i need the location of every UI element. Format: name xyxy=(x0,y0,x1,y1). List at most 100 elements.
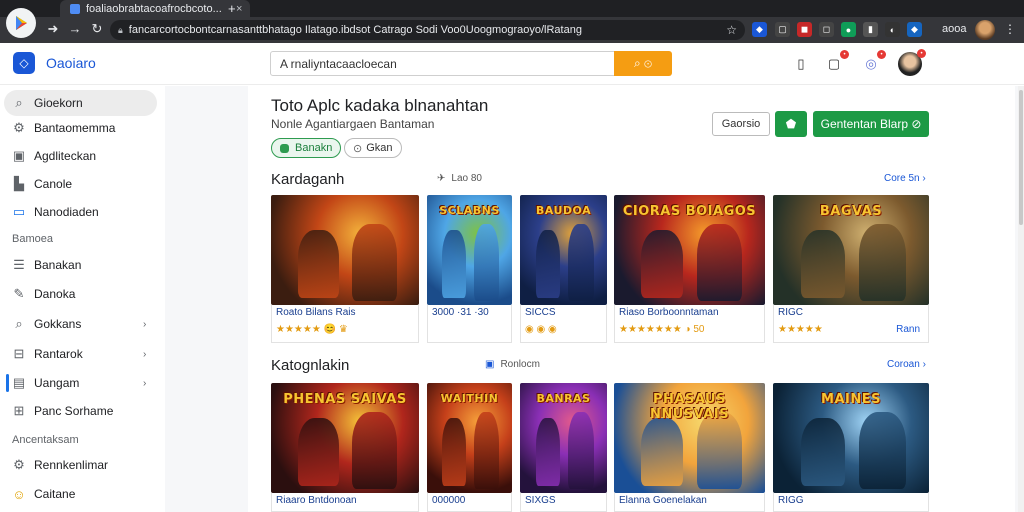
game-rating: ★★★★★ 😊 ♛ xyxy=(276,324,348,335)
scrollbar-thumb[interactable] xyxy=(1019,90,1023,225)
game-title[interactable]: Elanna Goenelakan xyxy=(619,495,707,506)
sidebar-item-list[interactable]: ☰ Banakan xyxy=(4,252,157,278)
sidebar-item-documents[interactable]: ▤ Uangam › xyxy=(4,370,157,396)
game-card-info[interactable]: 3000 ·31 ·30 xyxy=(427,305,512,343)
bookmark-icon[interactable]: ▯ xyxy=(792,55,810,73)
bookmark-star-icon[interactable]: ☆ xyxy=(726,23,737,37)
browser-menu-icon[interactable]: ⋮ xyxy=(1004,22,1016,36)
see-all-link[interactable]: Core 5n › xyxy=(884,173,926,184)
address-bar[interactable]: 🔒︎ fancarcortocbontcarnasanttbhatago Ila… xyxy=(110,20,745,40)
reload-icon[interactable]: ↻ xyxy=(88,21,106,37)
sidebar-item-preferences[interactable]: ⚙ Rennkenlimar xyxy=(4,452,157,478)
briefcase-icon: ▣ xyxy=(12,148,26,163)
game-thumbnail[interactable]: WAITHIN xyxy=(427,383,512,493)
game-title[interactable]: SICCS xyxy=(525,307,556,318)
game-thumbnail[interactable]: BAUDOA xyxy=(520,195,607,305)
game-title[interactable]: Riaso Borboonntaman xyxy=(619,307,719,318)
sidebar-item-emoji[interactable]: ☺ Caitane xyxy=(4,481,157,507)
game-title[interactable]: SIXGS xyxy=(525,495,556,506)
forward-icon[interactable]: → xyxy=(66,21,84,36)
game-art-title: SCLABNS xyxy=(439,203,500,217)
sidebar-item-label: Canole xyxy=(34,177,73,191)
game-thumbnail[interactable]: BAGVAS xyxy=(773,195,929,305)
game-title[interactable]: Roato Bilans Rais xyxy=(276,307,355,318)
character-figure xyxy=(567,223,594,301)
search-button[interactable]: ⌕ ⊙ xyxy=(614,51,672,76)
sidebar-item-search[interactable]: ⌕ Gioekorn xyxy=(4,90,157,116)
extension-icon[interactable]: ◼ xyxy=(797,22,812,37)
game-card-info[interactable]: Elanna Goenelakan xyxy=(614,493,765,512)
browser-tab[interactable]: foaliaobrabtacoafrocbcoto... × xyxy=(60,0,250,17)
sidebar-item-grid[interactable]: ⊞ Panc Sorhame xyxy=(4,398,157,424)
filter-chip-active[interactable]: Banakn xyxy=(271,138,342,158)
game-title[interactable]: Riaaro Bntdonoan xyxy=(276,495,357,506)
extension-icon[interactable]: ◆ xyxy=(752,22,767,37)
extension-icon[interactable]: ◆ xyxy=(907,22,922,37)
extension-icon[interactable]: ◻ xyxy=(819,22,834,37)
game-card-info[interactable]: Riaso Borboonntaman ★★★★★★★ ◑ 50 xyxy=(614,305,765,343)
game-title[interactable]: 000000 xyxy=(432,495,465,506)
extension-icon[interactable]: ● xyxy=(841,22,856,37)
brand-logo-icon[interactable]: ◇ xyxy=(13,52,35,74)
extension-icon[interactable]: ▢ xyxy=(775,22,790,37)
sidebar-item-inbox[interactable]: ⊟ Rantarok › xyxy=(4,341,157,367)
game-card-info[interactable]: Roato Bilans Rais ★★★★★ 😊 ♛ xyxy=(271,305,419,343)
sidebar-item-label: Uangam xyxy=(34,376,80,390)
back-icon[interactable]: ➜ xyxy=(44,21,62,37)
notifications-icon[interactable]: ▢ • xyxy=(825,50,849,73)
sidebar-item-label: Nanodiaden xyxy=(34,205,99,219)
game-card-info[interactable]: SIXGS xyxy=(520,493,607,512)
grid-icon: ⊞ xyxy=(13,403,25,418)
game-thumbnail[interactable]: BANRAS xyxy=(520,383,607,493)
game-thumbnail[interactable]: SCLABNS xyxy=(427,195,512,305)
extension-icon[interactable]: ◐ xyxy=(885,22,900,37)
notification-badge: • xyxy=(917,49,926,58)
sidebar-item-store[interactable]: ▙ Canole xyxy=(4,171,157,197)
character-figure xyxy=(535,230,561,299)
sidebar-item-apps[interactable]: ▣ Agdliteckan xyxy=(4,143,157,169)
game-card-info[interactable]: RIGG xyxy=(773,493,929,512)
game-action-link[interactable]: Rann xyxy=(896,324,920,335)
game-card-info[interactable]: 000000 xyxy=(427,493,512,512)
game-thumbnail[interactable]: PHASAUS NNUSVAIS xyxy=(614,383,765,493)
game-title[interactable]: RIGG xyxy=(778,495,804,506)
profile-avatar[interactable] xyxy=(975,20,995,40)
user-avatar[interactable]: • xyxy=(898,49,926,76)
app-logo-icon[interactable] xyxy=(6,8,36,38)
sidebar-item-messages[interactable]: ▭ Nanodiaden xyxy=(4,199,157,225)
sidebar-item-edit[interactable]: ✎ Danoka xyxy=(4,281,157,307)
brand-name[interactable]: Oaoiaro xyxy=(46,55,96,71)
tab-close-icon[interactable]: × xyxy=(236,3,250,15)
game-title[interactable]: RIGC xyxy=(778,307,803,318)
filter-chip[interactable]: ⊙ Gkan xyxy=(344,138,402,158)
bookmark-button[interactable]: ⬟ xyxy=(775,111,807,137)
extension-icon[interactable]: ▮ xyxy=(863,22,878,37)
user-group-icon[interactable]: ◎ • xyxy=(862,50,886,73)
profile-name[interactable]: aooa xyxy=(942,23,966,35)
character-figure xyxy=(641,230,684,299)
character-figure xyxy=(297,230,340,299)
plane-icon: ✈ xyxy=(437,173,446,184)
primary-button[interactable]: Gententan Blarp ⊘ xyxy=(813,111,929,137)
game-thumbnail[interactable]: MAINES xyxy=(773,383,929,493)
game-card-info[interactable]: RIGC ★★★★★ Rann xyxy=(773,305,929,343)
game-art-title: PHENAS SAIVAS xyxy=(283,391,407,407)
chip-label: Banakn xyxy=(295,142,333,154)
sidebar-item-label: Gioekorn xyxy=(34,96,83,110)
game-card-info[interactable]: Riaaro Bntdonoan xyxy=(271,493,419,512)
character-figure xyxy=(641,418,684,487)
game-title[interactable]: 3000 ·31 ·30 xyxy=(432,307,489,318)
character-figure xyxy=(473,223,500,301)
sidebar-item-settings[interactable]: ⚙ Bantaomemma xyxy=(4,115,157,141)
search-input[interactable]: A rnaliyntacaacloecan xyxy=(270,51,615,76)
new-tab-button[interactable]: + xyxy=(228,1,236,16)
secondary-button[interactable]: Gaorsio xyxy=(712,112,770,136)
game-card-info[interactable]: SICCS ◉ ◉ ◉ xyxy=(520,305,607,343)
sidebar-item-explore[interactable]: ⌕ Gokkans › xyxy=(4,311,157,337)
game-thumbnail[interactable] xyxy=(271,195,419,305)
see-all-link[interactable]: Coroan › xyxy=(887,359,926,370)
game-thumbnail[interactable]: CIORAS BOIAGOS xyxy=(614,195,765,305)
browser-toolbar: ➜ → ↻ 🔒︎ fancarcortocbontcarnasanttbhata… xyxy=(0,17,1024,43)
app-header: ◇ Oaoiaro A rnaliyntacaacloecan ⌕ ⊙ ▯ ▢ •… xyxy=(0,43,1024,85)
game-thumbnail[interactable]: PHENAS SAIVAS xyxy=(271,383,419,493)
